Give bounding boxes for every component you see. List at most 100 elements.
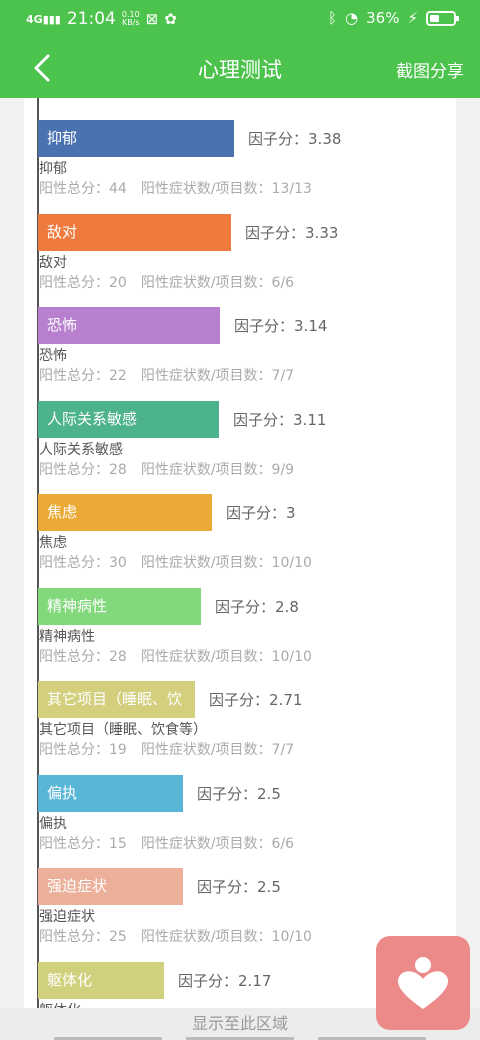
positive-total-label: 阳性总分：	[39, 461, 109, 478]
score-label: 因子分：	[233, 410, 294, 429]
positive-ratio: 阳性症状数/项目数：10/10	[141, 649, 312, 665]
factor-bar: 其它项目（睡眠、饮	[38, 681, 195, 718]
factor-score: 因子分：3.38	[248, 128, 341, 149]
positive-total-value: 15	[109, 835, 127, 852]
score-label: 因子分：	[209, 691, 270, 709]
positive-total-value: 28	[109, 648, 127, 665]
score-value: 2.5	[257, 878, 281, 896]
results-chart[interactable]: 抑郁 因子分：3.38 抑郁 阳性总分：44 阳性症状数/项目数：13/13 敌对 因子分：…	[24, 98, 456, 1008]
positive-ratio-value: 6/6	[271, 274, 295, 291]
factor-name: 偏执	[39, 815, 67, 832]
positive-total-label: 阳性总分：	[39, 274, 109, 291]
factor-name: 人际关系敏感	[39, 441, 123, 458]
positive-ratio: 阳性症状数/项目数：6/6	[141, 275, 294, 291]
factor-bar: 精神病性	[38, 587, 201, 625]
positive-total-value: 44	[109, 181, 127, 197]
speed-unit: KB/s	[121, 18, 140, 27]
positive-total-value: 30	[109, 555, 127, 571]
positive-total: 阳性总分：28	[39, 462, 127, 478]
factor-bar: 躯体化	[38, 961, 164, 999]
positive-total: 阳性总分：28	[39, 649, 127, 665]
wechat-icon: ✿	[164, 10, 177, 28]
positive-ratio-value: 10/10	[271, 555, 312, 571]
score-value: 2.17	[238, 971, 272, 990]
factor-bar: 焦虑	[38, 494, 212, 531]
score-label: 因子分：	[226, 504, 287, 522]
nav-bar: 心理测试 截图分享	[0, 38, 480, 98]
factor-stats: 阳性总分：15 阳性症状数/项目数：6/6	[39, 833, 308, 853]
factor-score: 因子分：3.33	[245, 222, 338, 243]
score-value: 2.5	[257, 784, 281, 803]
factor-name: 焦虑	[39, 535, 67, 551]
positive-ratio-value: 13/13	[271, 181, 312, 197]
positive-total-value: 28	[109, 461, 127, 478]
notification-icon: ⊠	[145, 10, 159, 28]
factor-score: 因子分：2.5	[197, 783, 281, 804]
score-label: 因子分：	[197, 878, 258, 896]
factor-name: 抑郁	[39, 161, 67, 177]
score-value: 3.14	[294, 317, 328, 335]
positive-ratio: 阳性症状数/项目数：6/6	[141, 836, 294, 852]
network-speed: 0.10 KB/s	[122, 11, 140, 27]
factor-bar: 敌对	[38, 213, 231, 251]
positive-total-label: 阳性总分：	[39, 929, 109, 945]
positive-total-value: 20	[109, 274, 127, 291]
positive-ratio-value: 9/9	[271, 461, 295, 478]
factor-bar: 人际关系敏感	[38, 400, 219, 438]
factor-bar: 抑郁	[38, 120, 234, 157]
signal-icon: 4G▮▮▮	[26, 12, 61, 26]
positive-ratio: 阳性症状数/项目数：13/13	[141, 181, 312, 197]
screenshot-share-button[interactable]: 截图分享	[396, 57, 464, 82]
factor-stats: 阳性总分：28 阳性症状数/项目数：9/9	[39, 459, 308, 479]
positive-ratio: 阳性症状数/项目数：10/10	[141, 555, 312, 571]
factor-stats: 阳性总分：22 阳性症状数/项目数：7/7	[39, 365, 308, 385]
positive-ratio: 阳性症状数/项目数：9/9	[141, 462, 294, 478]
factor-bar: 恐怖	[38, 307, 220, 344]
factor-stats: 阳性总分：28 阳性症状数/项目数：10/10	[39, 646, 326, 666]
positive-ratio-value: 10/10	[271, 648, 312, 665]
factor-stats: 阳性总分：25 阳性症状数/项目数：10/10	[39, 926, 326, 946]
positive-ratio-value: 7/7	[271, 368, 295, 384]
positive-total-label: 阳性总分：	[39, 555, 109, 571]
positive-total-label: 阳性总分：	[39, 648, 109, 665]
battery-percent: 36%	[366, 9, 400, 27]
factor-name: 躯体化	[39, 1000, 81, 1009]
score-label: 因子分：	[197, 784, 258, 803]
positive-ratio-value: 7/7	[271, 742, 295, 758]
factor-bar: 偏执	[38, 774, 183, 812]
factor-score: 因子分：3	[226, 502, 296, 523]
factor-score: 因子分：2.17	[178, 970, 271, 991]
factor-score: 因子分：2.5	[197, 876, 281, 897]
score-label: 因子分：	[234, 317, 295, 335]
heart-icon	[398, 957, 448, 1009]
heart-app-button[interactable]	[376, 936, 470, 1030]
factor-score: 因子分：3.14	[234, 315, 327, 336]
positive-ratio: 阳性症状数/项目数：7/7	[141, 368, 294, 384]
positive-ratio-label: 阳性症状数/项目数：	[140, 181, 272, 197]
bluetooth-icon: ᛒ	[328, 9, 338, 27]
score-value: 3	[286, 504, 296, 522]
score-value: 3.33	[305, 223, 339, 242]
positive-total: 阳性总分：19	[39, 742, 127, 758]
positive-total-label: 阳性总分：	[39, 181, 109, 197]
factor-name: 强迫症状	[39, 909, 95, 925]
factor-stats: 阳性总分：19 阳性症状数/项目数：7/7	[39, 739, 308, 759]
factor-name: 其它项目（睡眠、饮食等）	[39, 722, 207, 738]
positive-ratio-label: 阳性症状数/项目数：	[140, 555, 272, 571]
status-bar: 4G▮▮▮ 21:04 0.10 KB/s ⊠ ✿ ᛒ ◔ 36% ⚡	[0, 0, 480, 38]
positive-ratio: 阳性症状数/项目数：7/7	[141, 742, 294, 758]
positive-total-value: 25	[109, 929, 127, 945]
positive-total: 阳性总分：25	[39, 929, 127, 945]
factor-name: 精神病性	[39, 628, 95, 645]
factor-stats: 阳性总分：30 阳性症状数/项目数：10/10	[39, 552, 326, 572]
positive-ratio-label: 阳性症状数/项目数：	[140, 648, 272, 665]
clock: 21:04	[66, 9, 116, 29]
positive-ratio-label: 阳性症状数/项目数：	[140, 835, 272, 852]
positive-ratio-label: 阳性症状数/项目数：	[140, 742, 272, 758]
positive-ratio-label: 阳性症状数/项目数：	[140, 274, 272, 291]
factor-score: 因子分：2.71	[209, 689, 302, 710]
factor-name: 恐怖	[39, 348, 67, 364]
score-label: 因子分：	[248, 130, 309, 148]
score-label: 因子分：	[245, 223, 306, 242]
positive-total-value: 19	[109, 742, 127, 758]
